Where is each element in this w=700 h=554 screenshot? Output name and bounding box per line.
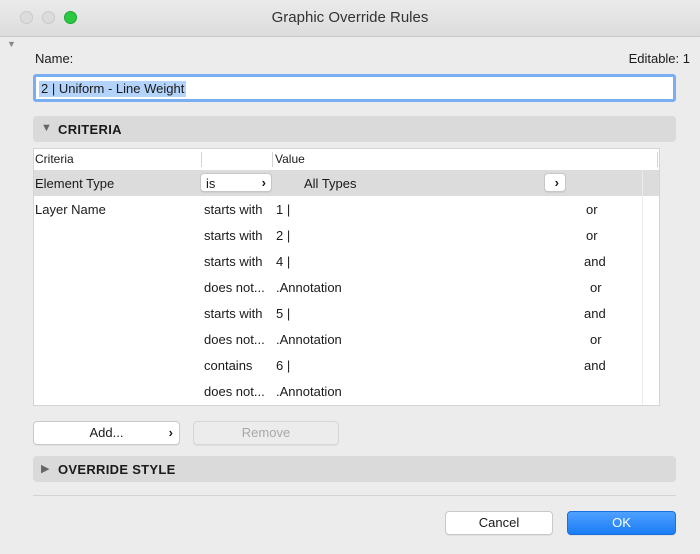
- column-divider: [272, 152, 273, 167]
- value-cell: 1 |: [276, 202, 291, 217]
- ok-button[interactable]: OK: [567, 511, 676, 535]
- remove-criteria-label: Remove: [241, 425, 291, 440]
- criteria-cell: Layer Name: [35, 202, 106, 217]
- value-cell: 5 |: [276, 306, 291, 321]
- cancel-button[interactable]: Cancel: [445, 511, 553, 535]
- logic-cell: and: [584, 358, 606, 373]
- chevron-right-icon: ›: [168, 425, 173, 440]
- logic-cell: and: [584, 254, 606, 269]
- column-header-value[interactable]: Value: [275, 152, 305, 166]
- criteria-section-header[interactable]: ▼ CRITERIA: [33, 116, 676, 142]
- value-popup-button[interactable]: ›: [544, 173, 566, 192]
- operator-cell: does not...: [204, 384, 265, 399]
- footer-divider: [33, 495, 676, 496]
- collapse-marker-icon: ▼: [7, 39, 16, 49]
- override-style-section-label: OVERRIDE STYLE: [58, 462, 176, 477]
- table-row[interactable]: starts with 5 | and: [34, 300, 659, 326]
- value-cell: .Annotation: [276, 384, 342, 399]
- operator-cell: starts with: [204, 254, 263, 269]
- criteria-table-header: Criteria Value: [34, 149, 659, 171]
- operator-cell: starts with: [204, 202, 263, 217]
- value-cell: 4 |: [276, 254, 291, 269]
- disclosure-down-icon: ▼: [41, 122, 52, 134]
- column-divider: [201, 152, 202, 167]
- value-cell: .Annotation: [276, 332, 342, 347]
- override-style-section-header[interactable]: ▶ OVERRIDE STYLE: [33, 456, 676, 482]
- value-cell: 2 |: [276, 228, 291, 243]
- name-label: Name:: [35, 51, 74, 66]
- table-row[interactable]: does not... .Annotation: [34, 378, 659, 404]
- cancel-label: Cancel: [478, 515, 520, 530]
- table-row[interactable]: does not... .Annotation or: [34, 274, 659, 300]
- value-cell: 6 |: [276, 358, 291, 373]
- operator-cell: does not...: [204, 280, 265, 295]
- table-scrollbar[interactable]: [642, 170, 659, 405]
- table-row[interactable]: starts with 4 | and: [34, 248, 659, 274]
- column-divider: [657, 152, 658, 167]
- ok-label: OK: [612, 515, 631, 530]
- editable-count: Editable: 1: [628, 51, 690, 66]
- name-input[interactable]: 2 | Uniform - Line Weight: [33, 74, 676, 102]
- remove-criteria-button[interactable]: Remove: [193, 421, 339, 445]
- table-row[interactable]: does not... .Annotation or: [34, 326, 659, 352]
- chevron-right-icon: ›: [261, 175, 266, 190]
- operator-cell: starts with: [204, 228, 263, 243]
- criteria-cell: Element Type: [35, 176, 115, 191]
- operator-cell: does not...: [204, 332, 265, 347]
- value-cell: All Types: [304, 176, 357, 191]
- table-row[interactable]: Element Type is › All Types ›: [34, 170, 659, 196]
- table-row[interactable]: Layer Name starts with 1 | or: [34, 196, 659, 222]
- table-row[interactable]: contains 6 | and: [34, 352, 659, 378]
- criteria-table: Criteria Value Element Type is › All Typ…: [33, 148, 660, 406]
- window-title: Graphic Override Rules: [271, 9, 429, 26]
- column-header-criteria[interactable]: Criteria: [35, 152, 74, 166]
- add-criteria-button[interactable]: Add... ›: [33, 421, 180, 445]
- name-input-value: 2 | Uniform - Line Weight: [39, 81, 187, 97]
- logic-cell: or: [590, 280, 602, 295]
- add-criteria-label: Add...: [89, 425, 124, 440]
- disclosure-right-icon: ▶: [41, 463, 50, 475]
- logic-cell: or: [586, 202, 598, 217]
- title-bar: Graphic Override Rules: [0, 0, 700, 37]
- logic-cell: and: [584, 306, 606, 321]
- logic-cell: or: [590, 332, 602, 347]
- criteria-section-label: CRITERIA: [58, 122, 122, 137]
- operator-cell: contains: [204, 358, 253, 373]
- operator-value: is: [206, 176, 216, 191]
- value-cell: .Annotation: [276, 280, 342, 295]
- chevron-right-icon: ›: [554, 175, 559, 190]
- operator-popup[interactable]: is ›: [200, 173, 272, 192]
- table-row[interactable]: starts with 2 | or: [34, 222, 659, 248]
- operator-cell: starts with: [204, 306, 263, 321]
- logic-cell: or: [586, 228, 598, 243]
